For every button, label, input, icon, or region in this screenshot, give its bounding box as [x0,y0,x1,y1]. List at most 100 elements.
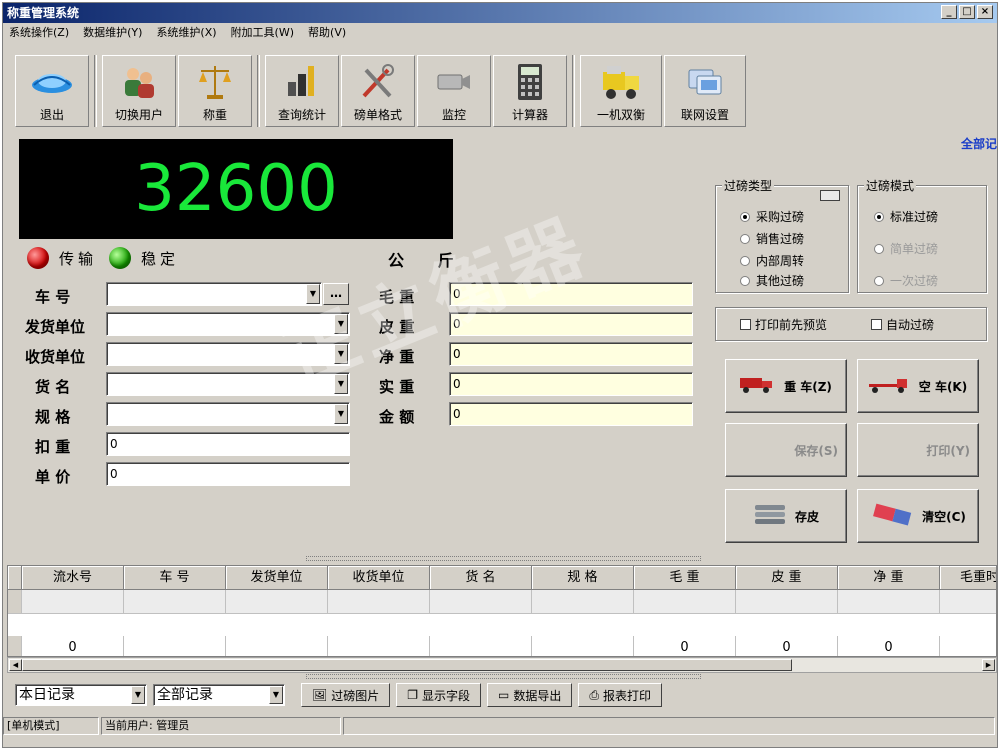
radio-other[interactable]: 其他过磅 [740,272,804,289]
filter-select[interactable]: 全部记录 ▼ [153,684,285,706]
radio-once[interactable]: 一次过磅 [874,272,938,289]
maximize-button[interactable]: □ [959,5,975,19]
spec-combo[interactable]: ▼ [106,402,350,426]
monitor-button[interactable]: 监控 [417,55,491,127]
radio-internal[interactable]: 内部周转 [740,252,804,269]
chevron-down-icon[interactable]: ▼ [334,374,348,394]
weigh-mode-legend: 过磅模式 [864,177,917,194]
menu-help[interactable]: 帮助(V) [308,24,346,40]
chevron-down-icon[interactable]: ▼ [306,284,320,304]
table-cell: 0 [634,636,736,656]
weigh-button[interactable]: 称重 [178,55,252,127]
menu-system-maint[interactable]: 系统维护(X) [156,24,216,40]
truck-icon [868,376,911,397]
chevron-down-icon[interactable]: ▼ [269,686,283,704]
range-select[interactable]: 本日记录 ▼ [15,684,147,706]
car-number-combo[interactable]: ▼ [106,282,322,306]
splitter-handle[interactable] [306,556,701,561]
weight-unit: 公 斤 [388,251,468,270]
scroll-thumb[interactable] [22,659,792,671]
column-header[interactable]: 毛重时 [940,566,996,590]
calculator-button[interactable]: 计算器 [493,55,567,127]
spec-label: 规 格 [35,408,71,426]
empty-truck-button[interactable]: 空 车(K) [857,359,979,413]
ticket-format-button[interactable]: 磅单格式 [341,55,415,127]
table-cell [328,590,430,614]
chevron-down-icon[interactable]: ▼ [334,404,348,424]
network-settings-button[interactable]: 联网设置 [664,55,746,127]
close-button[interactable]: × [977,5,993,19]
truck-icon [740,376,776,397]
query-stats-button[interactable]: 查询统计 [265,55,339,127]
save-button[interactable]: 保存(S) [725,423,847,477]
export-button[interactable]: ▭ 数据导出 [487,683,573,707]
row-selector[interactable] [8,614,22,636]
auto-weigh-checkbox[interactable]: 自动过磅 [871,316,934,333]
print-button[interactable]: 打印(Y) [857,423,979,477]
table-row[interactable] [8,614,996,636]
column-header[interactable]: 车 号 [124,566,226,590]
radio-purchase[interactable]: 采购过磅 [740,208,804,225]
bottom-toolbar: 本日记录 ▼ 全部记录 ▼ 🖼 过磅图片 ❐ 显示字段 ▭ 数据导出 ⎙ 报表打印 [15,683,663,707]
heavy-truck-button[interactable]: 重 车(Z) [725,359,847,413]
column-header[interactable]: 流水号 [22,566,124,590]
scale-icon [195,60,235,104]
print-preview-checkbox[interactable]: 打印前先预览 [740,316,827,333]
monitor-label: 监控 [441,108,466,122]
table-cell [736,590,838,614]
dual-scale-button[interactable]: 一机双衡 [580,55,662,127]
transfer-lamp-icon [27,247,49,269]
weight-display: 32600 [19,139,453,239]
column-header[interactable]: 毛 重 [634,566,736,590]
clear-button[interactable]: 清空(C) [857,489,979,543]
receiver-combo[interactable]: ▼ [106,342,350,366]
deduct-input[interactable]: 0 [106,432,350,456]
weigh-pictures-button[interactable]: 🖼 过磅图片 [301,683,391,707]
column-header[interactable]: 收货单位 [328,566,430,590]
switch-user-button[interactable]: 切换用户 [102,55,176,127]
price-input[interactable]: 0 [106,462,350,486]
radio-purchase-label: 采购过磅 [756,210,805,224]
scroll-right-icon[interactable]: ▶ [982,659,995,671]
radio-standard[interactable]: 标准过磅 [874,208,938,225]
radio-sales[interactable]: 销售过磅 [740,230,804,247]
chevron-down-icon[interactable]: ▼ [131,686,145,704]
tare-weight-field: 0 [449,312,693,336]
column-header[interactable]: 净 重 [838,566,940,590]
table-row[interactable] [8,590,996,614]
radio-simple[interactable]: 简单过磅 [874,240,938,257]
row-selector[interactable] [8,590,22,614]
goods-combo[interactable]: ▼ [106,372,350,396]
report-print-button[interactable]: ⎙ 报表打印 [578,683,663,707]
menu-data-maint[interactable]: 数据维护(Y) [83,24,142,40]
all-records-link[interactable]: 全部记 [961,135,997,152]
car-label: 车 号 [35,288,71,306]
chevron-down-icon[interactable]: ▼ [334,314,348,334]
car-lookup-button[interactable]: … [323,283,349,305]
column-header[interactable]: 货 名 [430,566,532,590]
table-cell [328,636,430,656]
store-tare-button[interactable]: 存皮 [725,489,847,543]
column-header[interactable]: 皮 重 [736,566,838,590]
actual-weight-field: 0 [449,372,693,396]
exit-button[interactable]: 退出 [15,55,89,127]
column-header[interactable]: 发货单位 [226,566,328,590]
save-label: 保存(S) [794,443,838,458]
radio-standard-label: 标准过磅 [890,210,939,224]
table-cell: 0 [22,636,124,656]
show-fields-button[interactable]: ❐ 显示字段 [396,683,482,707]
splitter-handle[interactable] [306,674,701,679]
table-header: 流水号 车 号 发货单位 收货单位 货 名 规 格 毛 重 皮 重 净 重 毛重… [8,566,996,590]
chevron-down-icon[interactable]: ▼ [334,344,348,364]
row-selector [8,636,22,656]
scroll-left-icon[interactable]: ◀ [9,659,22,671]
column-header[interactable]: 规 格 [532,566,634,590]
tools-icon [358,60,398,104]
horizontal-scrollbar[interactable]: ◀ ▶ [7,657,997,673]
status-bar: [单机模式] 当前用户: 管理员 [3,717,997,737]
minimize-button[interactable]: _ [941,5,957,19]
menu-system-ops[interactable]: 系统操作(Z) [9,24,69,40]
sender-combo[interactable]: ▼ [106,312,350,336]
options-group: 打印前先预览 自动过磅 [715,307,987,341]
menu-tools[interactable]: 附加工具(W) [231,24,294,40]
